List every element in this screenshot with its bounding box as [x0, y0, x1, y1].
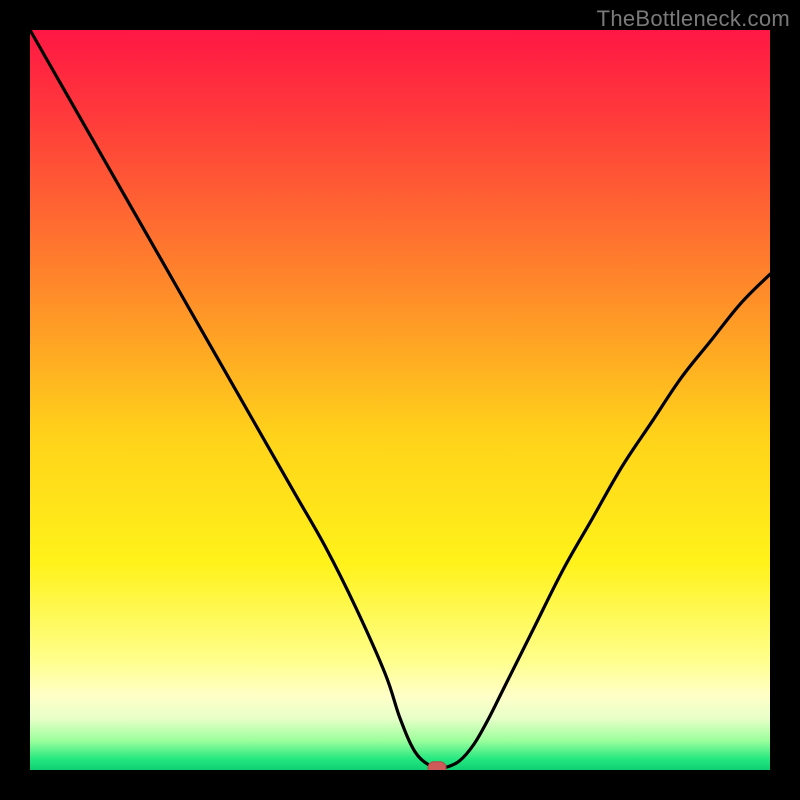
watermark-text: TheBottleneck.com: [597, 6, 790, 32]
optimal-point-marker: [428, 762, 446, 770]
plot-area: [30, 30, 770, 770]
gradient-background: [30, 30, 770, 770]
chart-frame: TheBottleneck.com: [0, 0, 800, 800]
bottleneck-chart-svg: [30, 30, 770, 770]
